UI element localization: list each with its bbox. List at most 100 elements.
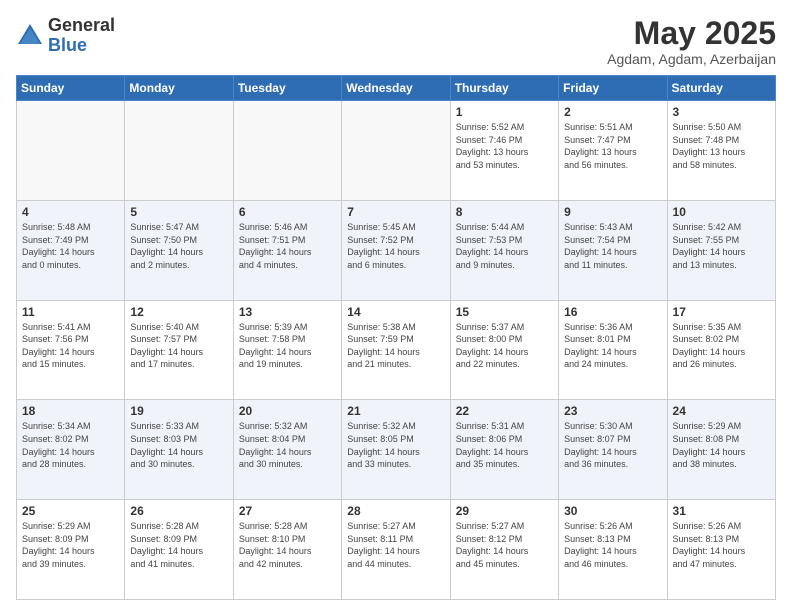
- day-info: Sunrise: 5:46 AM Sunset: 7:51 PM Dayligh…: [239, 221, 336, 271]
- day-info: Sunrise: 5:31 AM Sunset: 8:06 PM Dayligh…: [456, 420, 553, 470]
- calendar-title: May 2025: [607, 16, 776, 51]
- day-info: Sunrise: 5:34 AM Sunset: 8:02 PM Dayligh…: [22, 420, 119, 470]
- header-row: SundayMondayTuesdayWednesdayThursdayFrid…: [17, 76, 776, 101]
- day-number: 9: [564, 205, 661, 219]
- day-cell: [125, 101, 233, 201]
- day-info: Sunrise: 5:51 AM Sunset: 7:47 PM Dayligh…: [564, 121, 661, 171]
- day-cell: 1Sunrise: 5:52 AM Sunset: 7:46 PM Daylig…: [450, 101, 558, 201]
- day-number: 4: [22, 205, 119, 219]
- col-header-sunday: Sunday: [17, 76, 125, 101]
- day-cell: 15 Sunrise: 5:37 AM Sunset: 8:00 PM Dayli…: [450, 300, 558, 400]
- calendar-header: SundayMondayTuesdayWednesdayThursdayFrid…: [17, 76, 776, 101]
- day-cell: 27 Sunrise: 5:28 AM Sunset: 8:10 PM Dayli…: [233, 500, 341, 600]
- day-number: 22: [456, 404, 553, 418]
- day-number: 2: [564, 105, 661, 119]
- day-info: Sunrise: 5:41 AM Sunset: 7:56 PM Dayligh…: [22, 321, 119, 371]
- day-info: Sunrise: 5:27 AM Sunset: 8:11 PM Dayligh…: [347, 520, 444, 570]
- day-info: Sunrise: 5:50 AM Sunset: 7:48 PM Dayligh…: [673, 121, 770, 171]
- day-cell: 3 Sunrise: 5:50 AM Sunset: 7:48 PM Daylig…: [667, 101, 775, 201]
- day-number: 18: [22, 404, 119, 418]
- day-cell: 12Sunrise: 5:40 AM Sunset: 7:57 PM Dayli…: [125, 300, 233, 400]
- day-info: Sunrise: 5:32 AM Sunset: 8:04 PM Dayligh…: [239, 420, 336, 470]
- day-cell: 10Sunrise: 5:42 AM Sunset: 7:55 PM Dayli…: [667, 200, 775, 300]
- day-info: Sunrise: 5:45 AM Sunset: 7:52 PM Dayligh…: [347, 221, 444, 271]
- day-info: Sunrise: 5:32 AM Sunset: 8:05 PM Dayligh…: [347, 420, 444, 470]
- day-number: 12: [130, 305, 227, 319]
- day-info: Sunrise: 5:28 AM Sunset: 8:09 PM Dayligh…: [130, 520, 227, 570]
- day-cell: [342, 101, 450, 201]
- day-info: Sunrise: 5:36 AM Sunset: 8:01 PM Dayligh…: [564, 321, 661, 371]
- day-cell: 11 Sunrise: 5:41 AM Sunset: 7:56 PM Dayli…: [17, 300, 125, 400]
- day-number: 25: [22, 504, 119, 518]
- day-number: 27: [239, 504, 336, 518]
- day-number: 13: [239, 305, 336, 319]
- col-header-saturday: Saturday: [667, 76, 775, 101]
- day-cell: 17Sunrise: 5:35 AM Sunset: 8:02 PM Dayli…: [667, 300, 775, 400]
- day-info: Sunrise: 5:39 AM Sunset: 7:58 PM Dayligh…: [239, 321, 336, 371]
- day-info: Sunrise: 5:44 AM Sunset: 7:53 PM Dayligh…: [456, 221, 553, 271]
- day-cell: 21 Sunrise: 5:32 AM Sunset: 8:05 PM Dayli…: [342, 400, 450, 500]
- col-header-monday: Monday: [125, 76, 233, 101]
- day-cell: 23Sunrise: 5:30 AM Sunset: 8:07 PM Dayli…: [559, 400, 667, 500]
- day-number: 28: [347, 504, 444, 518]
- day-number: 17: [673, 305, 770, 319]
- logo-blue: Blue: [48, 36, 115, 56]
- day-number: 16: [564, 305, 661, 319]
- day-number: 3: [673, 105, 770, 119]
- calendar-table: SundayMondayTuesdayWednesdayThursdayFrid…: [16, 75, 776, 600]
- week-row-3: 11 Sunrise: 5:41 AM Sunset: 7:56 PM Dayli…: [17, 300, 776, 400]
- calendar-subtitle: Agdam, Agdam, Azerbaijan: [607, 51, 776, 67]
- logo: General Blue: [16, 16, 115, 56]
- day-cell: 4 Sunrise: 5:48 AM Sunset: 7:49 PM Daylig…: [17, 200, 125, 300]
- logo-general: General: [48, 16, 115, 36]
- day-cell: 14 Sunrise: 5:38 AM Sunset: 7:59 PM Dayli…: [342, 300, 450, 400]
- day-number: 5: [130, 205, 227, 219]
- calendar-body: 1Sunrise: 5:52 AM Sunset: 7:46 PM Daylig…: [17, 101, 776, 600]
- day-cell: 25 Sunrise: 5:29 AM Sunset: 8:09 PM Dayli…: [17, 500, 125, 600]
- day-info: Sunrise: 5:48 AM Sunset: 7:49 PM Dayligh…: [22, 221, 119, 271]
- day-cell: 8 Sunrise: 5:44 AM Sunset: 7:53 PM Daylig…: [450, 200, 558, 300]
- title-block: May 2025 Agdam, Agdam, Azerbaijan: [607, 16, 776, 67]
- day-number: 6: [239, 205, 336, 219]
- day-cell: 9 Sunrise: 5:43 AM Sunset: 7:54 PM Daylig…: [559, 200, 667, 300]
- day-number: 15: [456, 305, 553, 319]
- day-info: Sunrise: 5:37 AM Sunset: 8:00 PM Dayligh…: [456, 321, 553, 371]
- day-cell: 22 Sunrise: 5:31 AM Sunset: 8:06 PM Dayli…: [450, 400, 558, 500]
- day-number: 7: [347, 205, 444, 219]
- day-info: Sunrise: 5:29 AM Sunset: 8:08 PM Dayligh…: [673, 420, 770, 470]
- day-number: 29: [456, 504, 553, 518]
- week-row-4: 18 Sunrise: 5:34 AM Sunset: 8:02 PM Dayli…: [17, 400, 776, 500]
- header: General Blue May 2025 Agdam, Agdam, Azer…: [16, 16, 776, 67]
- day-info: Sunrise: 5:26 AM Sunset: 8:13 PM Dayligh…: [564, 520, 661, 570]
- day-number: 21: [347, 404, 444, 418]
- col-header-tuesday: Tuesday: [233, 76, 341, 101]
- day-cell: 13 Sunrise: 5:39 AM Sunset: 7:58 PM Dayli…: [233, 300, 341, 400]
- day-cell: 5Sunrise: 5:47 AM Sunset: 7:50 PM Daylig…: [125, 200, 233, 300]
- day-number: 11: [22, 305, 119, 319]
- week-row-2: 4 Sunrise: 5:48 AM Sunset: 7:49 PM Daylig…: [17, 200, 776, 300]
- day-number: 14: [347, 305, 444, 319]
- day-info: Sunrise: 5:52 AM Sunset: 7:46 PM Dayligh…: [456, 121, 553, 171]
- day-cell: 7 Sunrise: 5:45 AM Sunset: 7:52 PM Daylig…: [342, 200, 450, 300]
- day-number: 8: [456, 205, 553, 219]
- day-info: Sunrise: 5:29 AM Sunset: 8:09 PM Dayligh…: [22, 520, 119, 570]
- day-cell: 18 Sunrise: 5:34 AM Sunset: 8:02 PM Dayli…: [17, 400, 125, 500]
- day-info: Sunrise: 5:43 AM Sunset: 7:54 PM Dayligh…: [564, 221, 661, 271]
- day-info: Sunrise: 5:42 AM Sunset: 7:55 PM Dayligh…: [673, 221, 770, 271]
- day-cell: 31Sunrise: 5:26 AM Sunset: 8:13 PM Dayli…: [667, 500, 775, 600]
- col-header-friday: Friday: [559, 76, 667, 101]
- day-number: 30: [564, 504, 661, 518]
- day-cell: 2 Sunrise: 5:51 AM Sunset: 7:47 PM Daylig…: [559, 101, 667, 201]
- day-cell: 20 Sunrise: 5:32 AM Sunset: 8:04 PM Dayli…: [233, 400, 341, 500]
- col-header-wednesday: Wednesday: [342, 76, 450, 101]
- day-info: Sunrise: 5:28 AM Sunset: 8:10 PM Dayligh…: [239, 520, 336, 570]
- day-cell: 26Sunrise: 5:28 AM Sunset: 8:09 PM Dayli…: [125, 500, 233, 600]
- day-info: Sunrise: 5:27 AM Sunset: 8:12 PM Dayligh…: [456, 520, 553, 570]
- day-number: 19: [130, 404, 227, 418]
- day-info: Sunrise: 5:38 AM Sunset: 7:59 PM Dayligh…: [347, 321, 444, 371]
- day-info: Sunrise: 5:26 AM Sunset: 8:13 PM Dayligh…: [673, 520, 770, 570]
- day-cell: 6 Sunrise: 5:46 AM Sunset: 7:51 PM Daylig…: [233, 200, 341, 300]
- day-cell: 19Sunrise: 5:33 AM Sunset: 8:03 PM Dayli…: [125, 400, 233, 500]
- day-cell: 30 Sunrise: 5:26 AM Sunset: 8:13 PM Dayli…: [559, 500, 667, 600]
- day-number: 20: [239, 404, 336, 418]
